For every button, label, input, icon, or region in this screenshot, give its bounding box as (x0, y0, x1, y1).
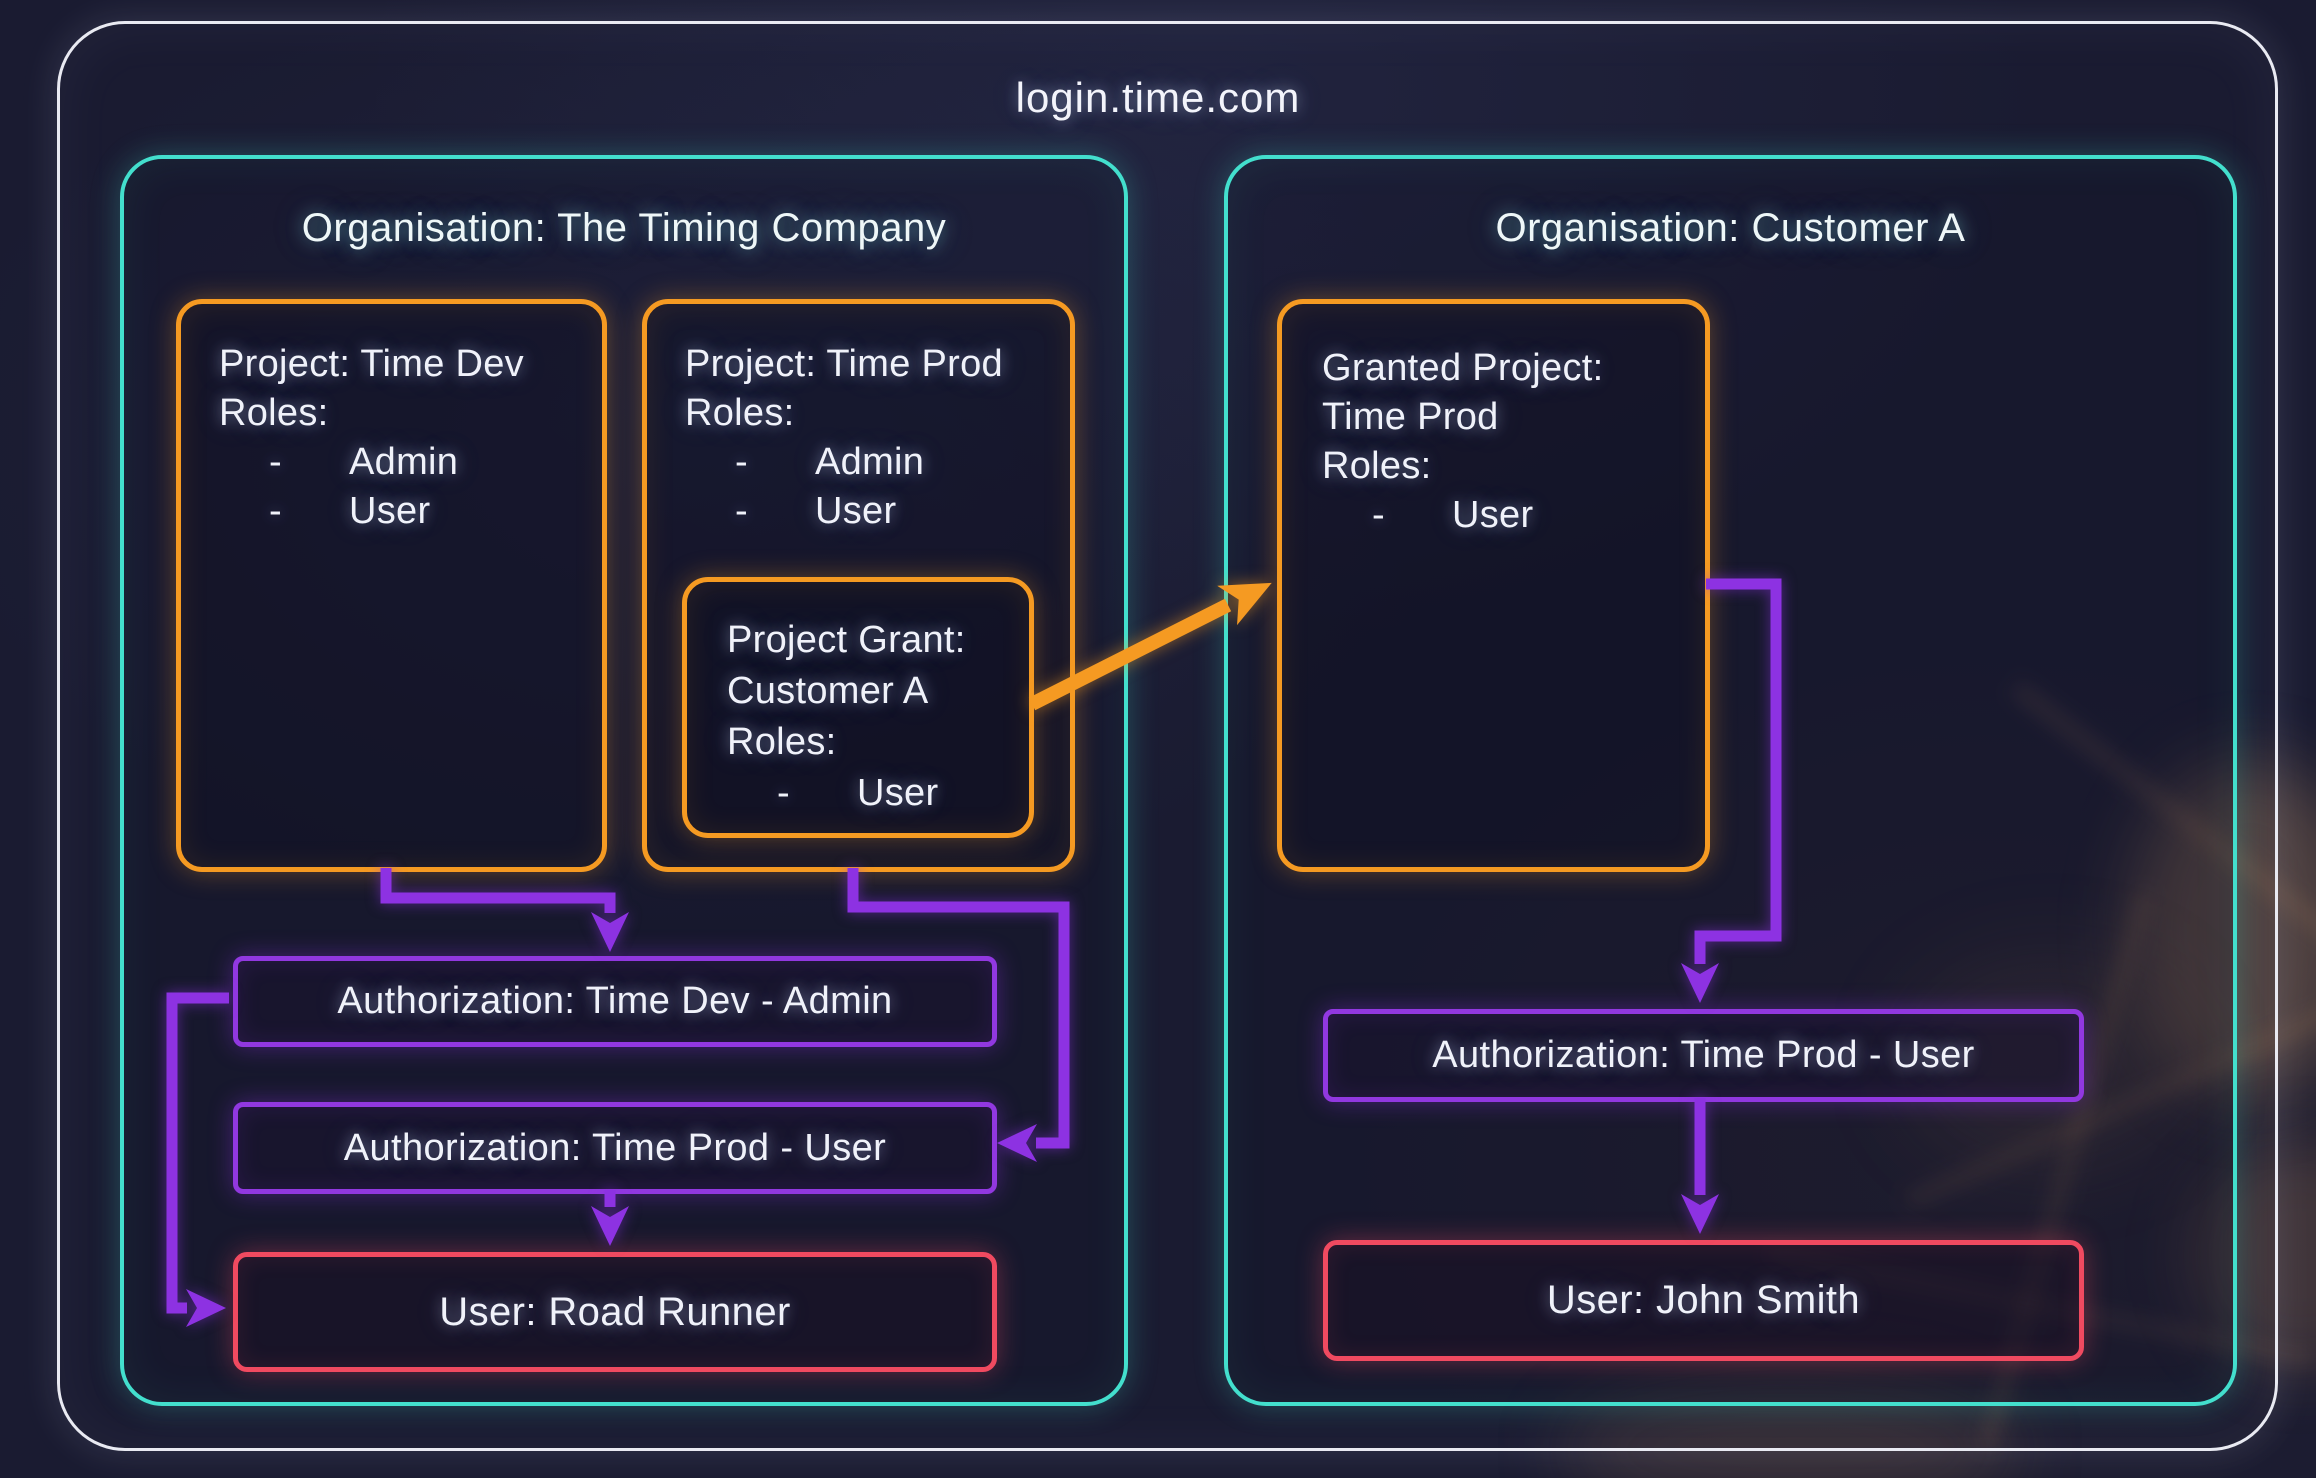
edge-timeprod-to-auth-user (853, 868, 1064, 1143)
diagram-canvas: login.time.com Organisation: The Timing … (0, 0, 2316, 1478)
edge-timedev-to-auth-admin (386, 868, 610, 913)
edge-granted-project-to-auth-right (1700, 584, 1776, 964)
edge-project-grant-to-granted-project (1032, 605, 1228, 704)
edge-auth-admin-to-user-roadrunner (172, 998, 229, 1308)
connector-layer (0, 0, 2316, 1478)
